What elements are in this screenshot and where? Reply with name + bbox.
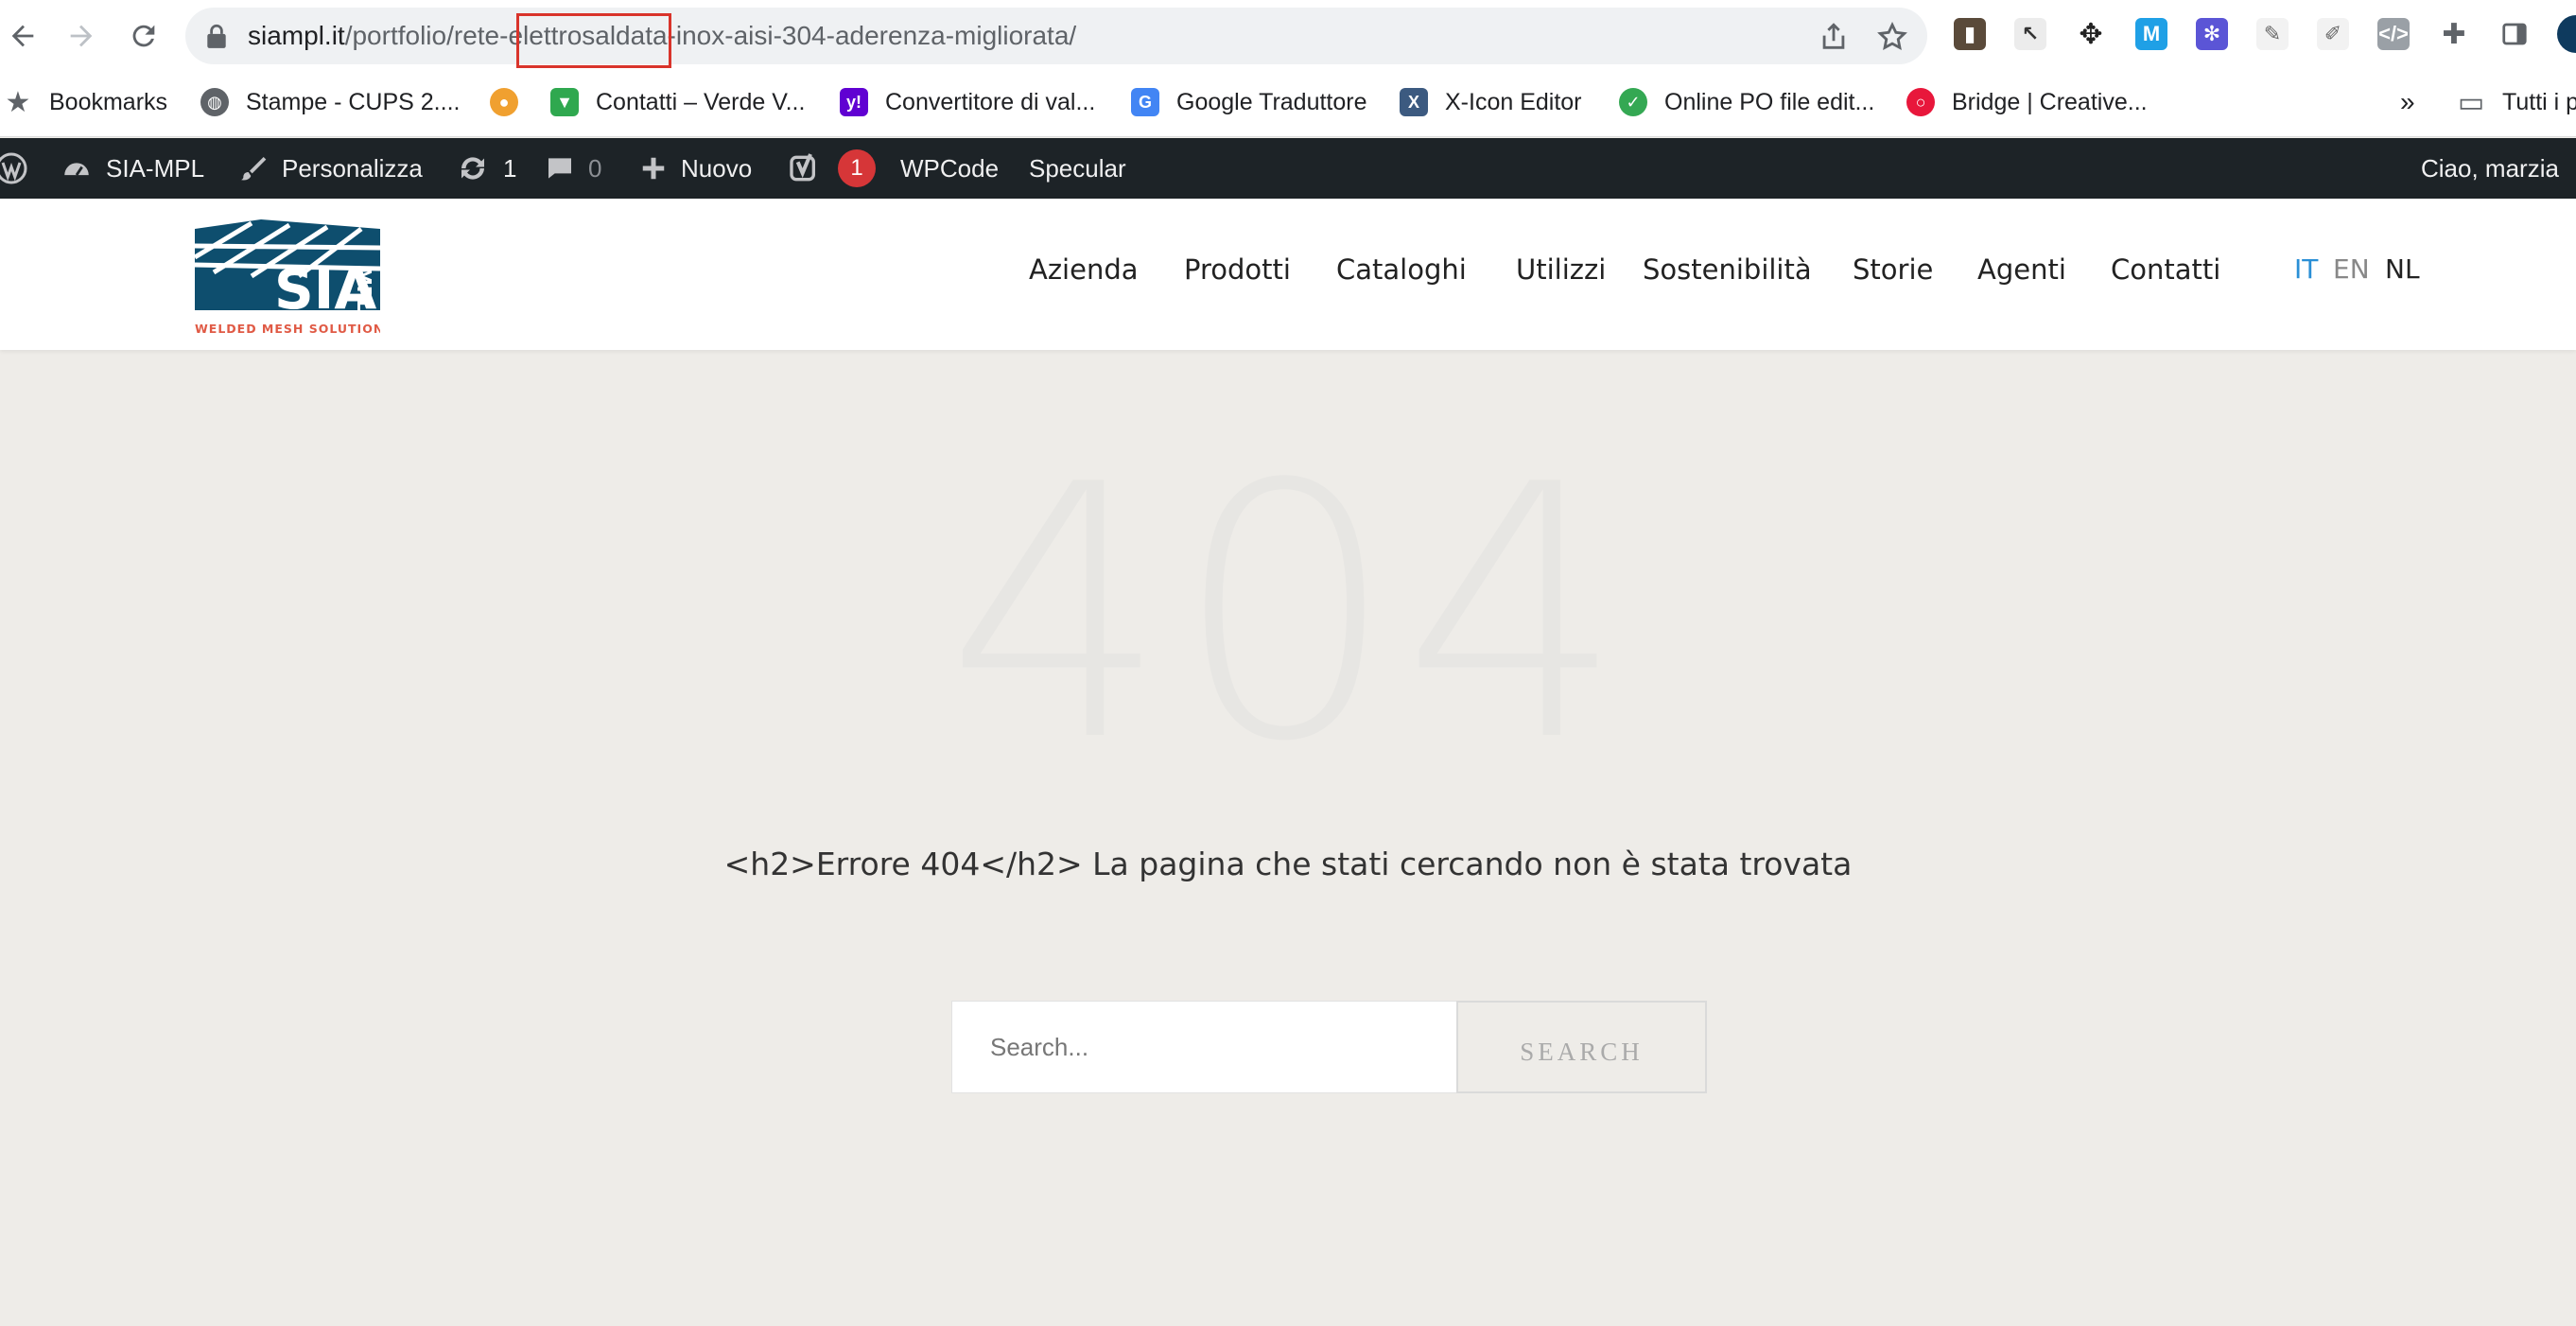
forward-button[interactable] <box>59 13 104 59</box>
all-bookmarks-folder[interactable]: ▭ Tutti i p <box>2455 83 2576 121</box>
google-translate-icon: G <box>1131 88 1159 116</box>
bookmark-item-6[interactable]: X X-Icon Editor <box>1400 83 1582 121</box>
nav-item-storie[interactable]: Storie <box>1853 253 1933 286</box>
address-bar[interactable]: siampl.it/portfolio/rete-elettrosaldata-… <box>185 8 1927 68</box>
wp-wpcode[interactable]: WPCode <box>900 138 999 199</box>
star-icon: ★ <box>5 86 31 118</box>
error-message: <h2>Errore 404</h2> La pagina che stati … <box>723 846 1853 882</box>
nav-item-sostenibilita[interactable]: Sostenibilità <box>1643 253 1812 286</box>
nav-item-contatti[interactable]: Contatti <box>2111 253 2220 286</box>
dashboard-gauge-icon <box>64 163 89 176</box>
sia-mpl-logo-icon: SIA MPL WELDED MESH SOLUTIONS <box>193 219 392 336</box>
extension-door-icon[interactable]: ▮ <box>1954 18 1986 50</box>
plus-icon <box>642 157 665 180</box>
bookmark-item-5[interactable]: G Google Traduttore <box>1131 83 1367 121</box>
share-icon[interactable] <box>1818 21 1850 53</box>
comment-bubble-icon <box>548 158 571 179</box>
paintbrush-icon <box>240 157 267 181</box>
wp-my-account[interactable]: Ciao, marzia <box>2421 138 2559 199</box>
url-path: /portfolio/rete-elettrosaldata-inox-aisi… <box>344 21 1077 50</box>
extension-notes-icon[interactable]: ✎ <box>2256 18 2289 50</box>
wp-admin-bar: SIA-MPL Personalizza 1 0 Nuovo 1 WPCode … <box>0 138 2576 199</box>
side-panel-icon[interactable] <box>2498 18 2531 50</box>
profile-avatar[interactable] <box>2557 15 2576 53</box>
updates-refresh-icon <box>461 157 484 180</box>
wp-specular[interactable]: Specular <box>1029 138 1126 199</box>
lang-en[interactable]: EN <box>2333 253 2370 285</box>
po-editor-icon: ✓ <box>1619 88 1647 116</box>
lock-icon <box>207 24 226 48</box>
error-code-watermark: 404 <box>945 411 1631 818</box>
bookmark-item-7[interactable]: ✓ Online PO file edit... <box>1619 83 1874 121</box>
more-bookmarks-button[interactable]: » <box>2400 83 2415 121</box>
logo-side-text: MPL <box>353 267 375 312</box>
arrow-right-icon <box>70 25 93 47</box>
logo-tagline: WELDED MESH SOLUTIONS <box>195 322 380 336</box>
reload-icon <box>132 25 155 47</box>
reload-button[interactable] <box>121 13 166 59</box>
hedgehog-icon: ● <box>490 88 518 116</box>
extension-move-icon[interactable]: ✥ <box>2075 18 2107 50</box>
url-tld: .it <box>323 21 345 50</box>
extension-edit-icon[interactable]: ✐ <box>2317 18 2349 50</box>
yoast-icon <box>790 153 815 182</box>
x-icon-editor-icon: X <box>1400 88 1428 116</box>
wp-yoast-seo[interactable]: 1 <box>787 138 876 199</box>
extensions-puzzle-icon[interactable]: ✚ <box>2438 18 2470 50</box>
wp-logo-menu[interactable] <box>0 138 42 199</box>
bookmark-item-0[interactable]: ★ Bookmarks <box>5 83 168 121</box>
verde-leaf-icon: ▼ <box>550 88 579 116</box>
wp-customize[interactable]: Personalizza <box>238 138 423 199</box>
folder-icon: ▭ <box>2457 86 2485 118</box>
extension-gear-icon[interactable]: ✻ <box>2196 18 2228 50</box>
bookmark-item-4[interactable]: y! Convertitore di val... <box>840 83 1095 121</box>
lang-it[interactable]: IT <box>2294 253 2318 285</box>
bookmark-star-icon[interactable] <box>1876 21 1908 53</box>
wp-updates[interactable]: 1 <box>456 138 516 199</box>
bridge-icon: ○ <box>1906 88 1935 116</box>
extension-m-icon[interactable]: M <box>2135 18 2167 50</box>
search-input[interactable] <box>951 1001 1458 1093</box>
bookmark-item-8[interactable]: ○ Bridge | Creative... <box>1906 83 2148 121</box>
nav-item-prodotti[interactable]: Prodotti <box>1184 253 1291 286</box>
url-highlight-box <box>516 13 671 68</box>
extension-code-icon[interactable]: </> <box>2377 18 2410 50</box>
globe-icon: ◍ <box>200 88 229 116</box>
arrow-left-icon <box>11 25 34 47</box>
nav-item-agenti[interactable]: Agenti <box>1977 253 2066 286</box>
search-button[interactable]: SEARCH <box>1456 1001 1707 1093</box>
nav-item-utilizzi[interactable]: Utilizzi <box>1516 253 1606 286</box>
bookmark-item-2[interactable]: ● <box>490 83 535 121</box>
wp-site-name[interactable]: SIA-MPL <box>61 138 204 199</box>
wordpress-icon <box>0 152 27 184</box>
back-button[interactable] <box>0 13 45 59</box>
nav-item-cataloghi[interactable]: Cataloghi <box>1336 253 1467 286</box>
yahoo-icon: y! <box>840 88 868 116</box>
browser-chrome: siampl.it/portfolio/rete-elettrosaldata-… <box>0 0 2576 137</box>
extension-cursor-icon[interactable]: ↖ <box>2014 18 2046 50</box>
site-logo[interactable]: SIA MPL WELDED MESH SOLUTIONS <box>193 219 392 340</box>
bookmark-item-1[interactable]: ◍ Stampe - CUPS 2.... <box>200 83 460 121</box>
yoast-notification-badge: 1 <box>838 149 876 187</box>
nav-item-azienda[interactable]: Azienda <box>1029 253 1139 286</box>
bookmark-item-3[interactable]: ▼ Contatti – Verde V... <box>550 83 805 121</box>
wp-comments[interactable]: 0 <box>545 138 601 199</box>
lang-nl[interactable]: NL <box>2385 253 2420 285</box>
wp-new-content[interactable]: Nuovo <box>639 138 752 199</box>
url-host: siampl <box>248 21 324 50</box>
site-header: SIA MPL WELDED MESH SOLUTIONS Azienda Pr… <box>0 199 2576 350</box>
